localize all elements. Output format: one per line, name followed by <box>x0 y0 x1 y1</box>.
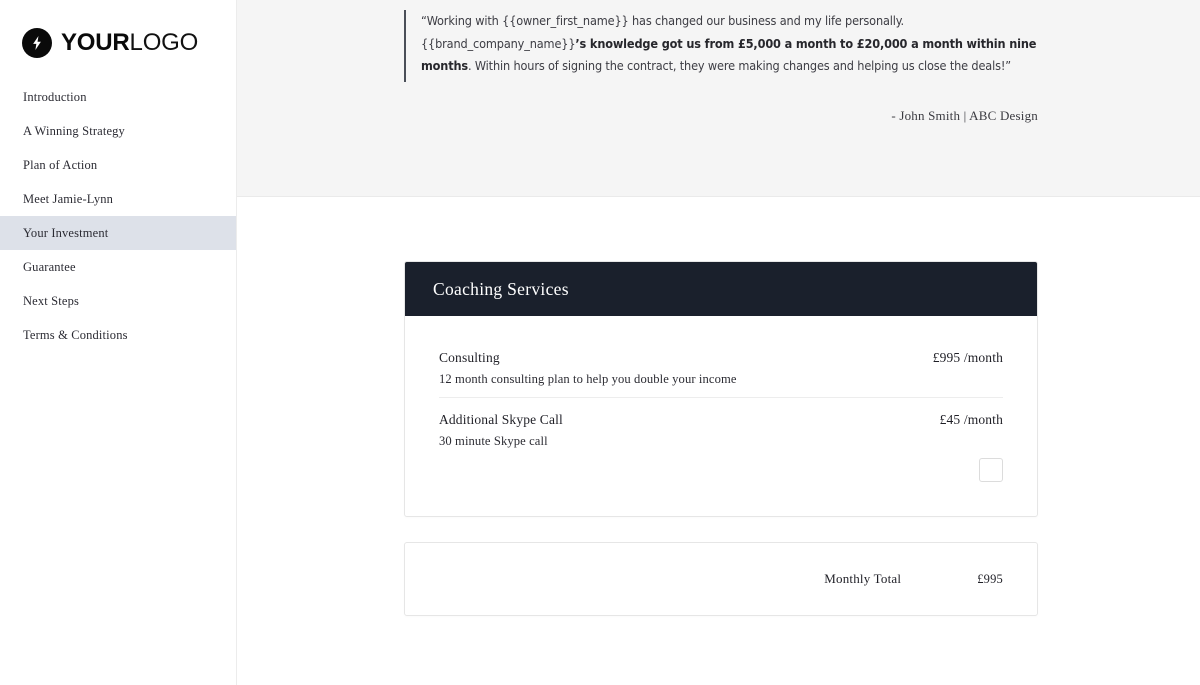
proposal-page: YOURLOGO Introduction A Winning Strategy… <box>0 0 1200 685</box>
sidebar-nav: Introduction A Winning Strategy Plan of … <box>0 80 236 352</box>
logo-text-light: LOGO <box>129 29 199 56</box>
sidebar-item-introduction[interactable]: Introduction <box>0 80 236 114</box>
sidebar-item-guarantee[interactable]: Guarantee <box>0 250 236 284</box>
sidebar: YOURLOGO Introduction A Winning Strategy… <box>0 0 237 685</box>
logo[interactable]: YOURLOGO <box>0 0 236 62</box>
quote-segment-2: . Within hours of signing the contract, … <box>468 58 1011 73</box>
lightning-bolt-icon <box>22 28 52 58</box>
testimonial-attribution: - John Smith | ABC Design <box>891 108 1038 123</box>
sidebar-item-plan-of-action[interactable]: Plan of Action <box>0 148 236 182</box>
line-item: Consulting £995 /month 12 month consulti… <box>439 338 1003 397</box>
logo-text-bold: YOUR <box>61 29 130 56</box>
coaching-services-card: Coaching Services Consulting £995 /month… <box>404 261 1038 517</box>
monthly-total-label: Monthly Total <box>824 571 902 586</box>
logo-wordmark: YOURLOGO <box>61 31 198 55</box>
line-item-row: Additional Skype Call £45 /month <box>439 412 1003 428</box>
testimonial-section: “Working with {{owner_first_name}} has c… <box>237 0 1200 197</box>
sidebar-item-your-investment[interactable]: Your Investment <box>0 216 236 250</box>
sidebar-item-terms-and-conditions[interactable]: Terms & Conditions <box>0 318 236 352</box>
testimonial-quote-block: “Working with {{owner_first_name}} has c… <box>404 10 1038 82</box>
testimonial-quote-text: “Working with {{owner_first_name}} has c… <box>421 10 1038 78</box>
main-content: “Working with {{owner_first_name}} has c… <box>237 0 1200 685</box>
optional-item-checkbox[interactable] <box>979 458 1003 482</box>
line-item-price: £995 /month <box>932 350 1003 365</box>
line-item-price: £45 /month <box>939 412 1003 427</box>
monthly-total-card: Monthly Total £995 <box>404 542 1038 616</box>
card-body: Consulting £995 /month 12 month consulti… <box>405 316 1037 516</box>
investment-section: Coaching Services Consulting £995 /month… <box>237 197 1200 616</box>
line-item-name: Additional Skype Call <box>439 412 563 427</box>
line-item-checkbox-row <box>439 458 1003 482</box>
line-item-description: 30 minute Skype call <box>439 434 548 448</box>
card-header: Coaching Services <box>405 262 1037 316</box>
monthly-total-value: £995 <box>977 571 1003 586</box>
line-item-description: 12 month consulting plan to help you dou… <box>439 372 737 386</box>
investment-card-wrap: Coaching Services Consulting £995 /month… <box>404 261 1038 616</box>
sidebar-item-a-winning-strategy[interactable]: A Winning Strategy <box>0 114 236 148</box>
sidebar-item-meet-jamie-lynn[interactable]: Meet Jamie-Lynn <box>0 182 236 216</box>
line-item: Additional Skype Call £45 /month 30 minu… <box>439 397 1003 492</box>
line-item-name: Consulting <box>439 350 500 365</box>
testimonial-inner: “Working with {{owner_first_name}} has c… <box>404 10 1038 124</box>
line-item-row: Consulting £995 /month <box>439 350 1003 366</box>
card-header-title: Coaching Services <box>433 278 569 299</box>
sidebar-item-next-steps[interactable]: Next Steps <box>0 284 236 318</box>
